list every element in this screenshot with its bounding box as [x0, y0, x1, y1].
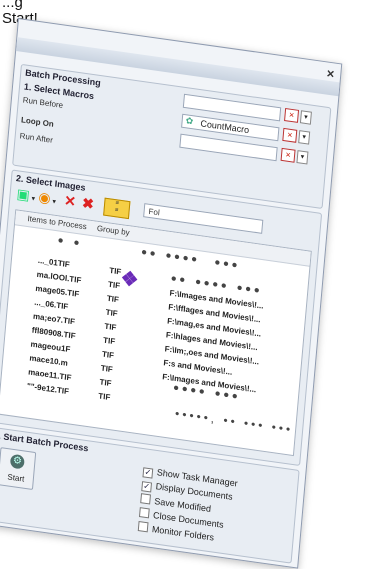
- sort-icon[interactable]: ≡ ≡: [103, 197, 131, 220]
- run-before-label: Run Before: [22, 95, 64, 110]
- run-after-label: Run After: [19, 131, 54, 145]
- start-gear-icon: ⚙: [9, 453, 25, 470]
- file-type-cell: TIF: [101, 349, 115, 361]
- run-after-dropdown-icon[interactable]: ▾: [296, 150, 309, 165]
- file-type-cell: TIF: [106, 293, 120, 305]
- items-to-process-header[interactable]: Items to Process: [27, 214, 87, 231]
- run-before-dropdown-icon[interactable]: ▾: [299, 110, 312, 125]
- group-by-header[interactable]: Group by: [97, 224, 130, 238]
- loop-on-value: CountMacro: [200, 118, 250, 136]
- checkbox-icon[interactable]: [140, 493, 151, 505]
- file-type-cell: TIF: [102, 335, 116, 347]
- file-type-cell: TIF: [97, 391, 111, 403]
- close-icon[interactable]: ×: [326, 66, 335, 82]
- loop-on-label: Loop On: [20, 115, 55, 129]
- loop-on-dropdown-icon[interactable]: ▾: [298, 130, 311, 145]
- run-before-clear-icon[interactable]: ×: [284, 107, 300, 123]
- start-button[interactable]: ⚙ Start: [0, 447, 37, 491]
- checkbox-icon[interactable]: [138, 507, 150, 519]
- file-type-cell: TIF: [105, 307, 118, 319]
- images-grid: Items to Process Group by • • •• •••• ••…: [0, 209, 312, 457]
- checkbox-icon[interactable]: [137, 521, 149, 533]
- checkbox-icon[interactable]: ✓: [141, 481, 153, 493]
- file-type-cell: TIF: [100, 363, 114, 375]
- gear-icon: ✿: [185, 115, 194, 127]
- remove-all-icon[interactable]: ✖: [81, 195, 94, 213]
- batch-processing-window: × Batch Processing 1. Select Macros Run …: [0, 18, 343, 569]
- add-image-icon[interactable]: ▣▾: [16, 185, 36, 208]
- file-type-cell: TIF: [108, 265, 122, 277]
- remove-icon[interactable]: ✕: [64, 192, 77, 210]
- checkbox-icon[interactable]: ✓: [142, 467, 154, 479]
- file-type-cell: TIF: [99, 377, 112, 389]
- add-folder-icon[interactable]: ◉▾: [37, 188, 56, 210]
- select-images-section: 2. Select Images ▣▾ ◉▾ ✕ ✖ ≡ ≡ Fol Items …: [0, 169, 323, 467]
- start-label: Start: [7, 472, 25, 484]
- run-after-clear-icon[interactable]: ×: [280, 147, 296, 163]
- file-name-cell: ..._01TIF: [37, 255, 71, 270]
- file-type-cell: TIF: [107, 279, 121, 291]
- loop-on-clear-icon[interactable]: ×: [282, 127, 298, 143]
- file-type-cell: TIF: [104, 321, 117, 333]
